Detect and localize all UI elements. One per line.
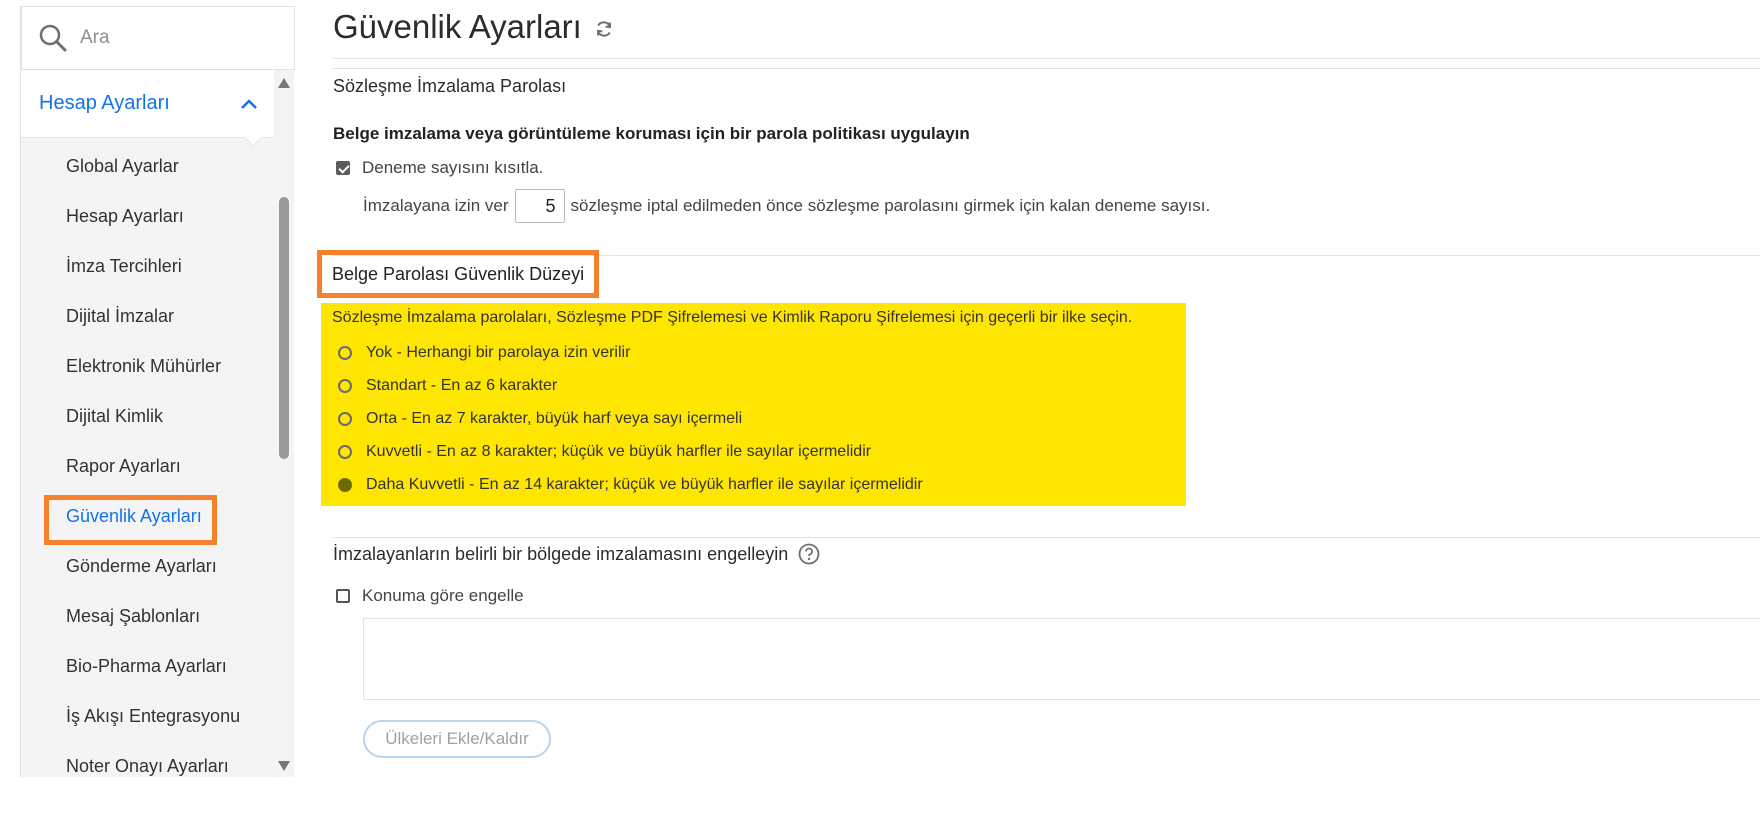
divider: [333, 58, 1760, 59]
sidebar-item-digital-identity[interactable]: Dijital Kimlik: [21, 391, 274, 441]
search-input[interactable]: [80, 27, 270, 49]
attempts-input[interactable]: [514, 189, 565, 223]
radio-label: Yok - Herhangi bir parolaya izin verilir: [366, 344, 631, 361]
sidebar-item-notary-settings[interactable]: Noter Onayı Ayarları: [21, 741, 274, 777]
main-panel: Güvenlik Ayarları Sözleşme İmzalama Paro…: [310, 0, 1760, 837]
block-by-location-row[interactable]: Konuma göre engelle: [336, 586, 524, 606]
add-remove-countries-button[interactable]: Ülkeleri Ekle/Kaldır: [363, 720, 551, 758]
radio-option-strong[interactable]: Kuvvetli - En az 8 karakter; küçük ve bü…: [338, 443, 871, 461]
radio-option-standard[interactable]: Standart - En az 6 karakter: [338, 377, 557, 395]
sidebar-item-signature-preferences[interactable]: İmza Tercihleri: [21, 241, 274, 291]
sidebar-item-bio-pharma-settings[interactable]: Bio-Pharma Ayarları: [21, 641, 274, 691]
radio-option-stronger[interactable]: Daha Kuvvetli - En az 14 karakter; küçük…: [338, 476, 923, 494]
radio-label: Daha Kuvvetli - En az 14 karakter; küçük…: [366, 476, 923, 493]
radio-label: Kuvvetli - En az 8 karakter; küçük ve bü…: [366, 443, 872, 460]
section-title-contract-password: Sözleşme İmzalama Parolası: [333, 76, 567, 96]
radio-button[interactable]: [338, 379, 352, 393]
radio-option-medium[interactable]: Orta - En az 7 karakter, büyük harf veya…: [338, 410, 742, 428]
block-by-location-checkbox[interactable]: [336, 589, 350, 603]
search-box[interactable]: [21, 6, 295, 70]
refresh-icon[interactable]: [594, 19, 614, 39]
radio-label: Standart - En az 6 karakter: [366, 377, 558, 394]
region-block-title-text: İmzalayanların belirli bir bölgede imzal…: [333, 543, 789, 564]
sidebar-item-security-settings[interactable]: Güvenlik Ayarları: [21, 491, 274, 545]
attempts-prefix: İmzalayana izin ver: [363, 196, 509, 215]
sidebar-group-account-settings[interactable]: Hesap Ayarları: [21, 70, 274, 147]
page-title-text: Güvenlik Ayarları: [333, 8, 582, 45]
attempts-suffix: sözleşme iptal edilmeden önce sözleşme p…: [570, 196, 1211, 215]
security-level-description: Sözleşme İmzalama parolaları, Sözleşme P…: [332, 309, 1133, 326]
limit-attempts-checkbox[interactable]: [336, 161, 350, 175]
help-icon[interactable]: [798, 543, 820, 565]
sidebar-item-label: Bio-Pharma Ayarları: [66, 656, 227, 676]
sidebar-item-label: Rapor Ayarları: [66, 456, 181, 476]
radio-button[interactable]: [338, 412, 352, 426]
sidebar-item-label: Dijital İmzalar: [66, 306, 175, 326]
divider: [333, 537, 1760, 538]
country-list-box: [363, 618, 1760, 700]
search-icon: [39, 24, 67, 52]
radio-button[interactable]: [338, 346, 352, 360]
password-policy-text: Belge imzalama veya görüntüleme koruması…: [333, 124, 970, 143]
divider: [333, 68, 1760, 69]
sidebar-item-label: Hesap Ayarları: [66, 206, 184, 226]
sidebar-nav: Global Ayarlar Hesap Ayarları İmza Terci…: [21, 138, 274, 777]
sidebar-list: Hesap Ayarları Global Ayarlar Hesap Ayar…: [21, 70, 274, 777]
section-title-region-block: İmzalayanların belirli bir bölgede imzal…: [333, 543, 820, 565]
security-level-title-text: Belge Parolası Güvenlik Düzeyi: [332, 263, 585, 284]
radio-button-selected[interactable]: [338, 478, 352, 492]
scroll-up-arrow-icon[interactable]: [278, 78, 290, 88]
sidebar-item-report-settings[interactable]: Rapor Ayarları: [21, 441, 274, 491]
limit-attempts-label: Deneme sayısını kısıtla.: [362, 158, 544, 177]
sidebar-item-message-templates[interactable]: Mesaj Şablonları: [21, 591, 274, 641]
limit-attempts-row[interactable]: Deneme sayısını kısıtla.: [336, 158, 543, 178]
sidebar-item-digital-signatures[interactable]: Dijital İmzalar: [21, 291, 274, 341]
radio-option-none[interactable]: Yok - Herhangi bir parolaya izin verilir: [338, 344, 630, 362]
block-by-location-label: Konuma göre engelle: [362, 586, 524, 605]
sidebar-scrollbar[interactable]: [275, 70, 294, 777]
sidebar-item-label: Güvenlik Ayarları: [66, 506, 202, 526]
sidebar-item-workflow-integration[interactable]: İş Akışı Entegrasyonu: [21, 691, 274, 741]
sidebar-item-label: Dijital Kimlik: [66, 406, 164, 426]
radio-button[interactable]: [338, 445, 352, 459]
sidebar-group-label: Hesap Ayarları: [39, 92, 170, 114]
sidebar: Hesap Ayarları Global Ayarlar Hesap Ayar…: [20, 6, 295, 777]
sidebar-item-send-settings[interactable]: Gönderme Ayarları: [21, 541, 274, 591]
page-title: Güvenlik Ayarları: [333, 8, 614, 46]
sidebar-item-label: Mesaj Şablonları: [66, 606, 201, 626]
sidebar-item-label: Noter Onayı Ayarları: [66, 756, 229, 776]
sidebar-item-label: İmza Tercihleri: [66, 256, 182, 276]
attempts-row: İmzalayana izin ver sözleşme iptal edilm…: [363, 189, 1210, 223]
sidebar-item-label: Gönderme Ayarları: [66, 556, 217, 576]
sidebar-item-account-settings[interactable]: Hesap Ayarları: [21, 191, 274, 241]
section-title-security-level: Belge Parolası Güvenlik Düzeyi: [317, 250, 600, 298]
chevron-up-icon: [241, 98, 257, 109]
radio-label: Orta - En az 7 karakter, büyük harf veya…: [366, 410, 743, 427]
sidebar-item-electronic-seals[interactable]: Elektronik Mühürler: [21, 341, 274, 391]
security-level-panel: Sözleşme İmzalama parolaları, Sözleşme P…: [321, 303, 1186, 506]
scrollbar-thumb[interactable]: [279, 197, 289, 459]
scroll-down-arrow-icon[interactable]: [278, 761, 290, 771]
sidebar-item-label: İş Akışı Entegrasyonu: [66, 706, 241, 726]
sidebar-item-label: Elektronik Mühürler: [66, 356, 222, 376]
sidebar-item-label: Global Ayarlar: [66, 156, 179, 176]
sidebar-item-global-settings[interactable]: Global Ayarlar: [21, 141, 274, 191]
